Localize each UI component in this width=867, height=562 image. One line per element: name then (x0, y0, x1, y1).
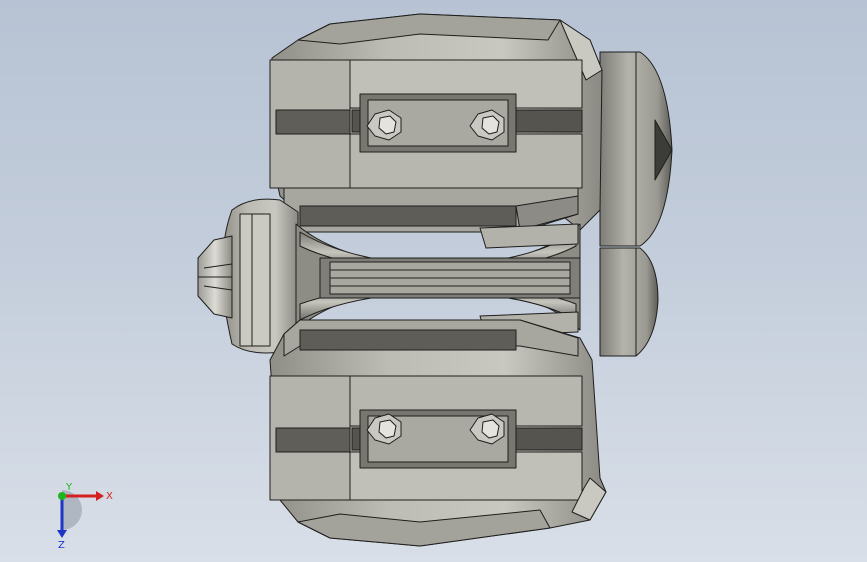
shaft-nose (197, 235, 233, 319)
rear-end-cap (599, 51, 673, 357)
x-axis-label: X (106, 491, 113, 502)
front-housing (221, 198, 299, 354)
cooling-fins (295, 223, 581, 337)
upper-housing (269, 13, 603, 233)
lower-housing (269, 319, 607, 547)
3d-viewport[interactable]: X Y Z (0, 0, 867, 562)
y-axis-dot (58, 492, 66, 500)
motor-assembly-model[interactable] (0, 0, 867, 562)
axis-triad: X Y Z (57, 482, 113, 550)
z-axis-label: Z (58, 540, 65, 550)
y-axis-label: Y (65, 482, 73, 493)
